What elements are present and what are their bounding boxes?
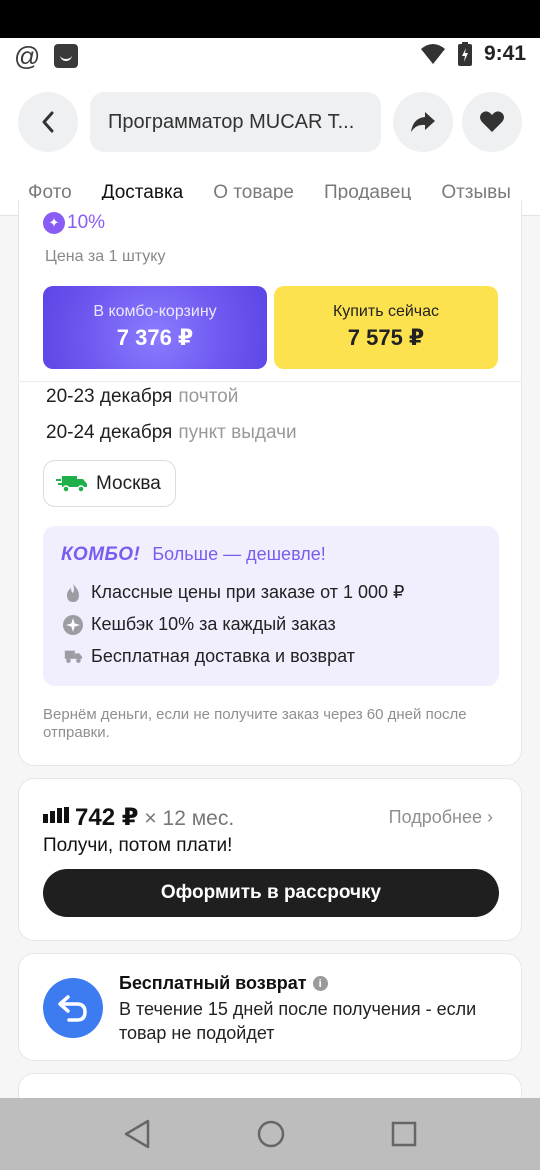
return-icon xyxy=(43,978,103,1038)
installment-icon xyxy=(43,807,69,823)
combo-promo[interactable]: КОМБО! Больше — дешевле! Классные цены п… xyxy=(43,526,499,686)
top-black-bar xyxy=(0,0,540,38)
system-navigation-bar xyxy=(0,1098,540,1170)
info-icon[interactable]: i xyxy=(312,976,328,991)
installment-period: × 12 мес. xyxy=(144,807,235,830)
truck-icon xyxy=(56,475,87,493)
city-name: Москва xyxy=(96,472,161,494)
home-nav-icon[interactable] xyxy=(256,1119,286,1149)
buy-now-button[interactable]: Купить сейчас 7 575 ₽ xyxy=(274,286,498,369)
combo-benefit: Кешбэк 10% за каждый заказ xyxy=(63,614,336,635)
status-bar: @ 9:41 xyxy=(0,38,540,74)
combo-benefit: Классные цены при заказе от 1 000 ₽ xyxy=(63,582,404,603)
combo-benefit-text: Бесплатная доставка и возврат xyxy=(91,646,355,666)
heart-icon xyxy=(480,111,504,132)
installment-more-link[interactable]: Подробнее › xyxy=(389,807,493,828)
status-right: 9:41 xyxy=(420,42,526,66)
at-icon: @ xyxy=(14,41,41,71)
share-button[interactable] xyxy=(393,92,453,152)
combo-benefit-text: Кешбэк 10% за каждый заказ xyxy=(91,614,336,634)
recents-nav-icon[interactable] xyxy=(391,1121,417,1147)
status-left: @ xyxy=(14,41,79,71)
back-icon xyxy=(42,111,54,133)
cashback-badge: ✦ 10% xyxy=(43,212,105,234)
search-field[interactable]: Программатор MUCAR T... xyxy=(90,92,381,152)
share-icon xyxy=(411,112,435,132)
refund-guarantee-note: Вернём деньги, если не получите заказ че… xyxy=(43,706,467,741)
installment-price-row: 742 ₽ × 12 мес. xyxy=(43,803,234,832)
free-return-card[interactable]: Бесплатный возврат i В течение 15 дней п… xyxy=(18,953,522,1061)
cashback-star-icon xyxy=(63,614,83,635)
buy-now-label: Купить сейчас xyxy=(332,303,440,320)
delivery-dates: 20-23 декабря xyxy=(46,386,173,407)
combo-header: КОМБО! Больше — дешевле! xyxy=(61,544,326,566)
installment-subtitle: Получи, потом плати! xyxy=(43,835,233,856)
installment-card: 742 ₽ × 12 мес. Подробнее › Получи, пото… xyxy=(18,778,522,941)
wifi-icon xyxy=(420,44,445,64)
combo-logo: КОМБО! xyxy=(61,544,141,565)
combo-tagline: Больше — дешевле! xyxy=(152,544,326,564)
per-unit-label: Цена за 1 штуку xyxy=(45,248,166,265)
free-return-title: Бесплатный возврат xyxy=(119,973,307,993)
favorite-button[interactable] xyxy=(462,92,522,152)
combo-benefit: Бесплатная доставка и возврат xyxy=(63,646,355,667)
combo-cart-label: В комбо-корзину xyxy=(93,303,217,320)
city-selector[interactable]: Москва xyxy=(43,460,176,507)
cashback-value: 10% xyxy=(67,212,106,233)
cashback-star-icon: ✦ xyxy=(43,212,65,234)
delivery-dates: 20-24 декабря xyxy=(46,422,173,443)
divider xyxy=(19,381,523,382)
combo-benefit-text: Классные цены при заказе от 1 000 ₽ xyxy=(91,582,405,602)
back-button[interactable] xyxy=(18,92,78,152)
buy-now-price: 7 575 ₽ xyxy=(347,325,425,350)
delivery-option: 20-23 декабря почтой xyxy=(46,386,238,408)
price-card: ✦ 10% Цена за 1 штуку В комбо-корзину 7 … xyxy=(18,200,523,766)
battery-icon xyxy=(457,42,472,66)
delivery-mode: почтой xyxy=(178,386,239,407)
delivery-option: 20-24 декабря пункт выдачи xyxy=(46,422,297,444)
delivery-mode: пункт выдачи xyxy=(178,422,297,443)
back-nav-icon[interactable] xyxy=(123,1119,151,1149)
combo-cart-button[interactable]: В комбо-корзину 7 376 ₽ xyxy=(43,286,267,369)
installment-price: 742 ₽ xyxy=(75,804,139,831)
combo-cart-price: 7 376 ₽ xyxy=(116,325,194,350)
free-return-title-row: Бесплатный возврат i xyxy=(119,973,328,994)
bag-icon xyxy=(54,44,79,68)
clock: 9:41 xyxy=(483,42,526,65)
installment-button[interactable]: Оформить в рассрочку xyxy=(43,869,499,917)
product-header: Программатор MUCAR T... Фото Доставка О … xyxy=(0,74,540,216)
flame-icon xyxy=(63,583,83,603)
truck-icon xyxy=(63,647,83,667)
free-return-description: В течение 15 дней после получения - если… xyxy=(119,999,477,1043)
